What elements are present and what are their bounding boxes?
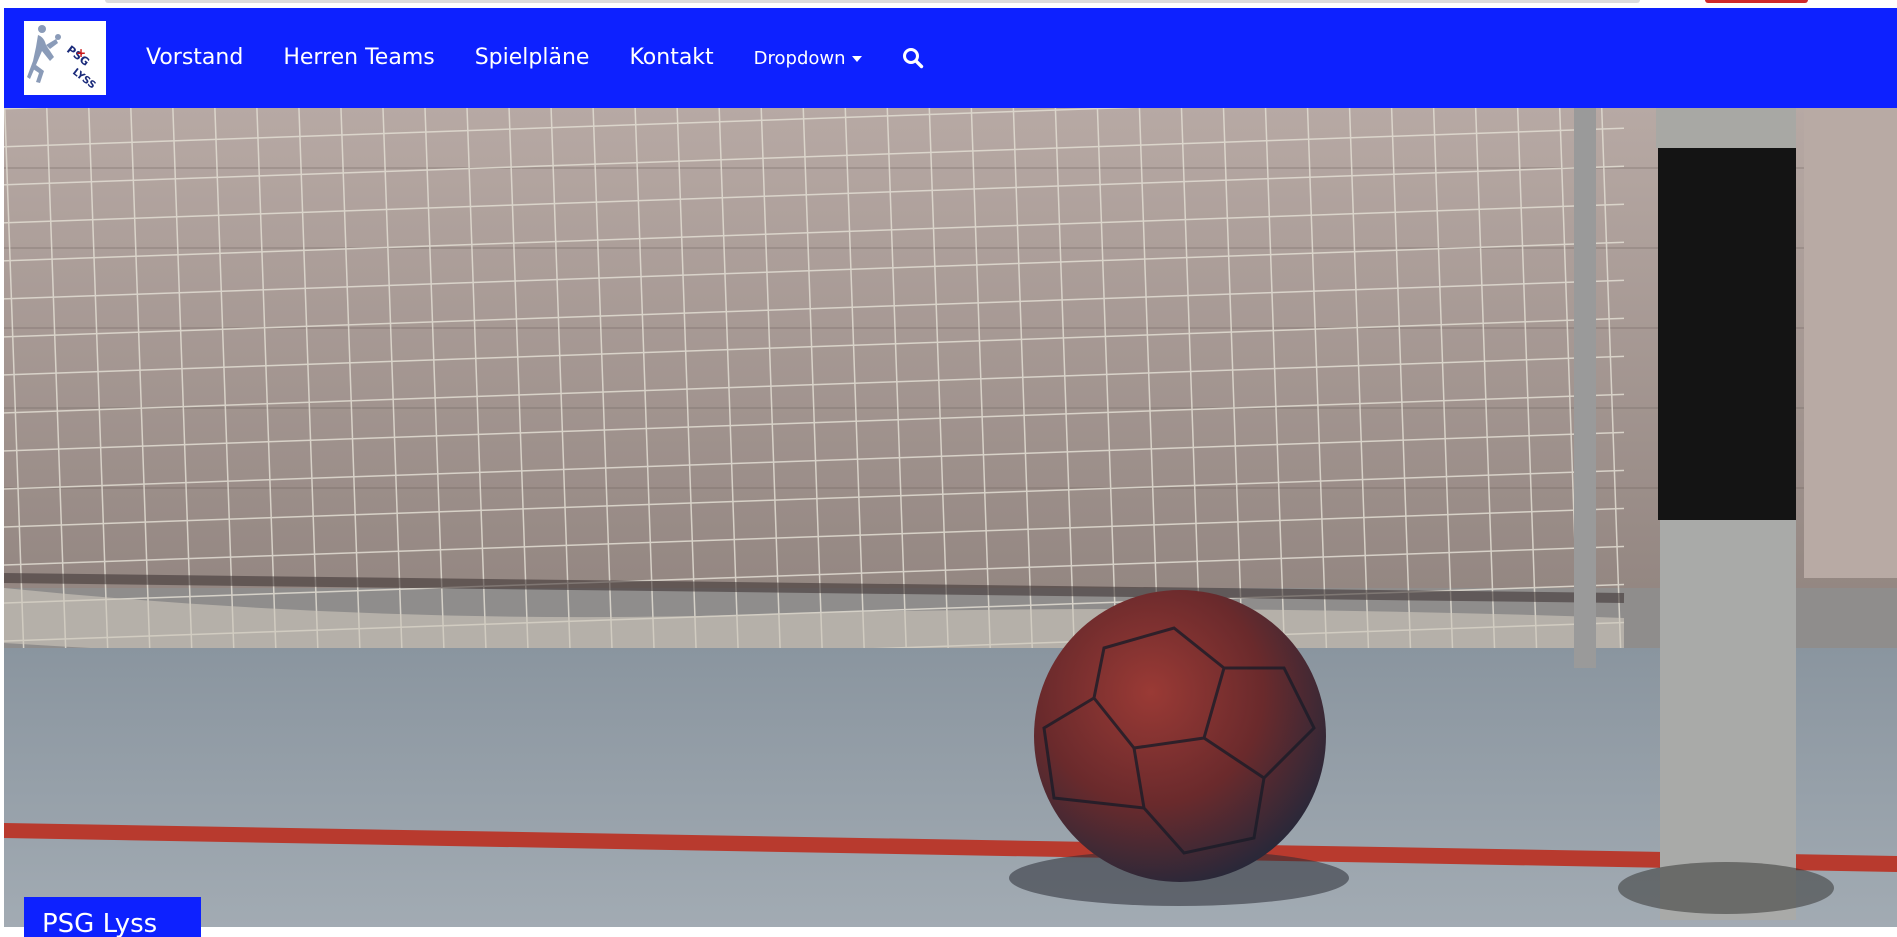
handball-goal-photo — [4, 108, 1897, 927]
top-input-edge — [105, 0, 1640, 3]
nav-dropdown-label: Dropdown — [753, 47, 846, 69]
top-strip — [0, 0, 1897, 8]
main-navbar: PSG + LYSS Vorstand Herren Teams Spielpl… — [4, 8, 1897, 108]
handball-player-logo-icon: PSG + LYSS — [24, 21, 106, 95]
nav-dropdown-toggle[interactable]: Dropdown — [754, 48, 862, 69]
nav-link-herren-teams[interactable]: Herren Teams — [283, 8, 434, 108]
hero-image — [4, 108, 1897, 927]
search-icon — [902, 48, 923, 69]
top-red-button-edge[interactable] — [1705, 0, 1808, 3]
nav-link-vorstand[interactable]: Vorstand — [146, 8, 243, 108]
nav-links: Vorstand Herren Teams Spielpläne Kontakt… — [146, 8, 926, 108]
nav-link-spielplaene[interactable]: Spielpläne — [475, 8, 590, 108]
hero-title-badge: PSG Lyss — [24, 897, 201, 937]
search-button[interactable] — [900, 45, 926, 71]
nav-link-kontakt[interactable]: Kontakt — [629, 8, 713, 108]
site-logo[interactable]: PSG + LYSS — [24, 21, 106, 95]
svg-text:+: + — [76, 46, 86, 60]
caret-down-icon — [851, 56, 862, 62]
